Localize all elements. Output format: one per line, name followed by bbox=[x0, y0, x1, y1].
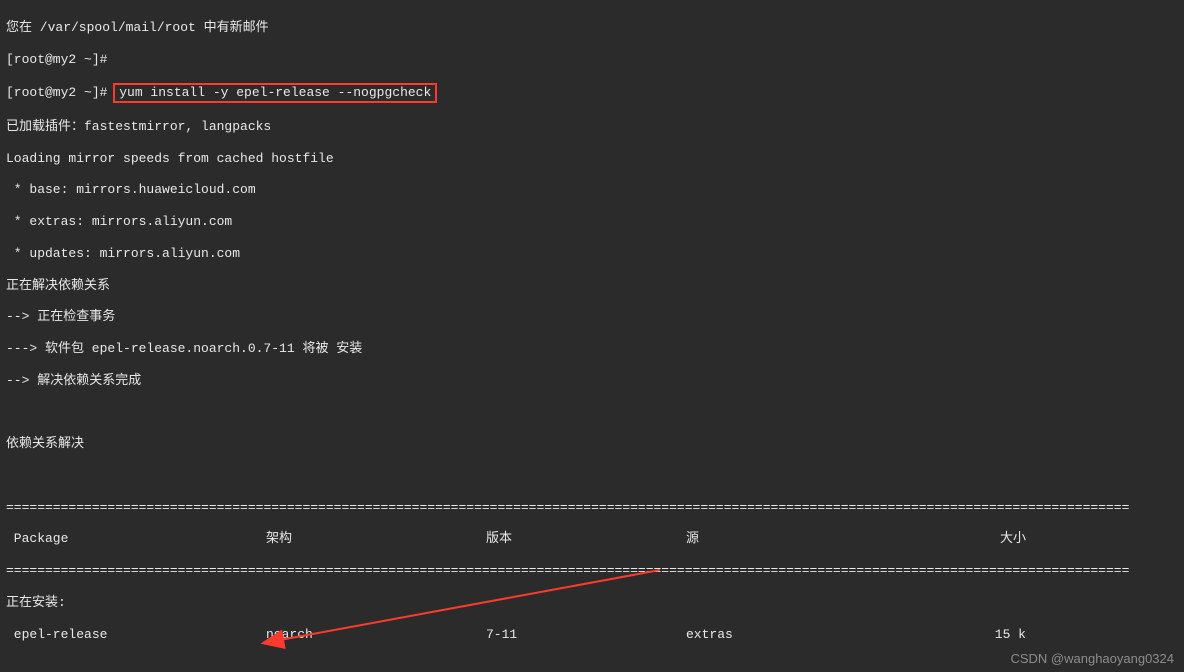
td-arch: noarch bbox=[266, 627, 486, 643]
installing-header: 正在安装: bbox=[6, 595, 1178, 611]
mirror-updates: * updates: mirrors.aliyun.com bbox=[6, 246, 1178, 262]
mail-notice: 您在 /var/spool/mail/root 中有新邮件 bbox=[6, 20, 1178, 36]
th-version: 版本 bbox=[486, 531, 686, 547]
table-row: epel-release noarch 7-11 extras 15 k bbox=[6, 627, 1178, 643]
th-package: Package bbox=[6, 531, 266, 547]
th-repo: 源 bbox=[686, 531, 906, 547]
plugins-line: 已加载插件：fastestmirror, langpacks bbox=[6, 119, 1178, 135]
highlighted-command: yum install -y epel-release --nogpgcheck bbox=[113, 83, 437, 103]
resolving-deps: 正在解决依赖关系 bbox=[6, 278, 1178, 294]
terminal-output[interactable]: 您在 /var/spool/mail/root 中有新邮件 [root@my2 … bbox=[0, 0, 1184, 672]
td-repo: extras bbox=[686, 627, 906, 643]
prompt-with-cmd: [root@my2 ~]# yum install -y epel-releas… bbox=[6, 83, 1178, 103]
watermark-text: CSDN @wanghaoyang0324 bbox=[1010, 651, 1174, 666]
pkg-will-install: ---> 软件包 epel-release.noarch.0.7-11 将被 安… bbox=[6, 341, 1178, 357]
mirror-base: * base: mirrors.huaweicloud.com bbox=[6, 182, 1178, 198]
deps-resolved-header: 依赖关系解决 bbox=[6, 436, 1178, 452]
table-header: Package 架构 版本 源 大小 bbox=[6, 531, 1178, 547]
prompt-text: [root@my2 ~]# bbox=[6, 85, 115, 100]
th-arch: 架构 bbox=[266, 531, 486, 547]
blank bbox=[6, 468, 1178, 484]
prompt-empty: [root@my2 ~]# bbox=[6, 52, 1178, 68]
separator: ========================================… bbox=[6, 500, 1178, 516]
mirror-extras: * extras: mirrors.aliyun.com bbox=[6, 214, 1178, 230]
td-package: epel-release bbox=[6, 627, 266, 643]
td-size: 15 k bbox=[906, 627, 1066, 643]
loading-line: Loading mirror speeds from cached hostfi… bbox=[6, 151, 1178, 167]
deps-resolved: --> 解决依赖关系完成 bbox=[6, 373, 1178, 389]
blank bbox=[6, 404, 1178, 420]
separator: ========================================… bbox=[6, 563, 1178, 579]
td-version: 7-11 bbox=[486, 627, 686, 643]
blank bbox=[6, 658, 1178, 672]
th-size: 大小 bbox=[906, 531, 1066, 547]
checking-trans: --> 正在检查事务 bbox=[6, 309, 1178, 325]
